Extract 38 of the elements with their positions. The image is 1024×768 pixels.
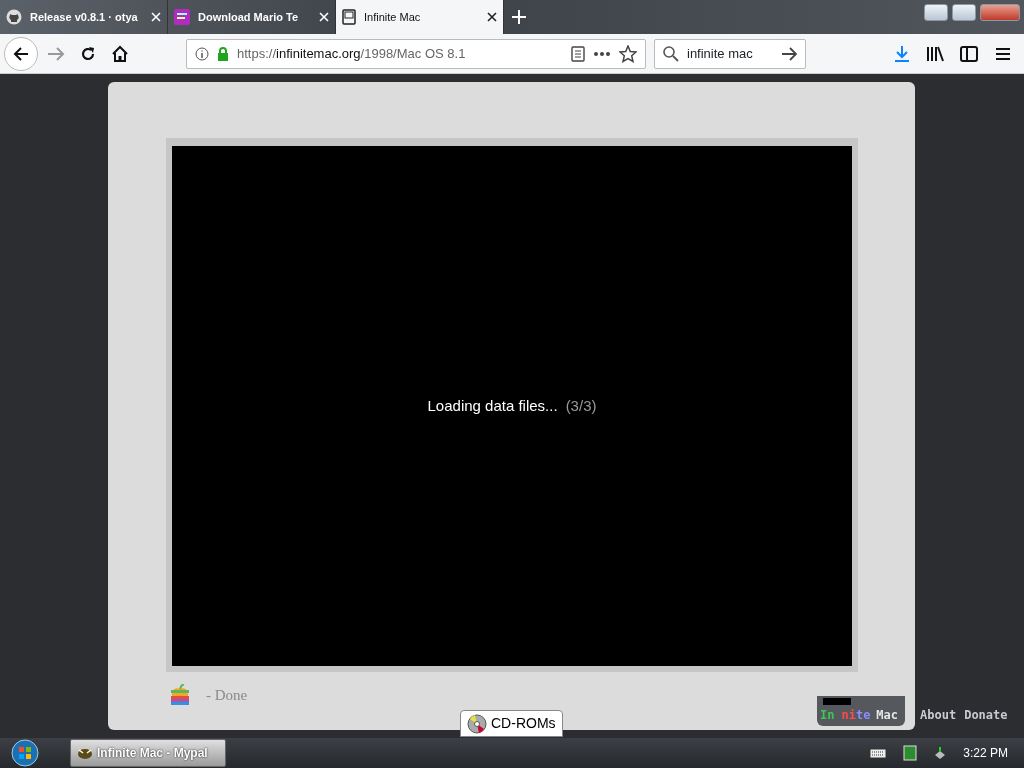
nav-link[interactable]: Donate — [964, 706, 1008, 724]
forward-icon[interactable] — [47, 44, 65, 63]
browser-tab[interactable]: Infinite Mac — [336, 0, 504, 34]
status-text: - Done — [206, 686, 248, 705]
go-arrow-icon[interactable] — [781, 46, 797, 61]
clock-text: 3:22 PM — [963, 745, 1008, 762]
back-button[interactable] — [4, 36, 38, 71]
star-icon[interactable] — [619, 44, 637, 63]
computer-icon — [342, 9, 356, 25]
reload-icon[interactable] — [79, 44, 97, 63]
minimize-button[interactable] — [924, 4, 948, 21]
menu-icon[interactable] — [994, 45, 1012, 62]
more-icon[interactable] — [593, 50, 611, 57]
keyboard-icon — [869, 747, 888, 759]
new-tab-icon[interactable] — [512, 10, 526, 24]
rainbow-apple-icon — [170, 684, 190, 707]
back-arrow-icon — [13, 45, 29, 62]
info-icon — [195, 46, 209, 61]
url-text: https://infinitemac.org/1998/Mac OS 8.1 — [237, 44, 467, 63]
cd-roms-button[interactable]: CD-ROMs — [460, 710, 563, 737]
network-icon — [903, 745, 918, 761]
progress-count: (3/3) — [565, 395, 597, 416]
library-icon[interactable] — [926, 45, 944, 62]
download-icon[interactable] — [894, 44, 910, 63]
home-icon[interactable] — [111, 44, 129, 63]
app-icon — [174, 9, 190, 25]
close-icon[interactable] — [487, 12, 497, 22]
search-field[interactable]: infinite mac — [654, 38, 806, 69]
loading-message: Loading data files... — [427, 395, 558, 416]
restore-button[interactable] — [952, 4, 976, 21]
reader-view-icon[interactable] — [571, 45, 585, 62]
nav-link[interactable]: About — [920, 706, 957, 724]
start-orb-icon[interactable] — [10, 739, 40, 767]
sidebar-icon[interactable] — [960, 45, 978, 62]
disc-icon — [467, 713, 487, 734]
logo-drawing[interactable]: In nite Mac — [820, 698, 899, 724]
lock-icon — [217, 46, 229, 61]
search-icon — [663, 45, 679, 62]
